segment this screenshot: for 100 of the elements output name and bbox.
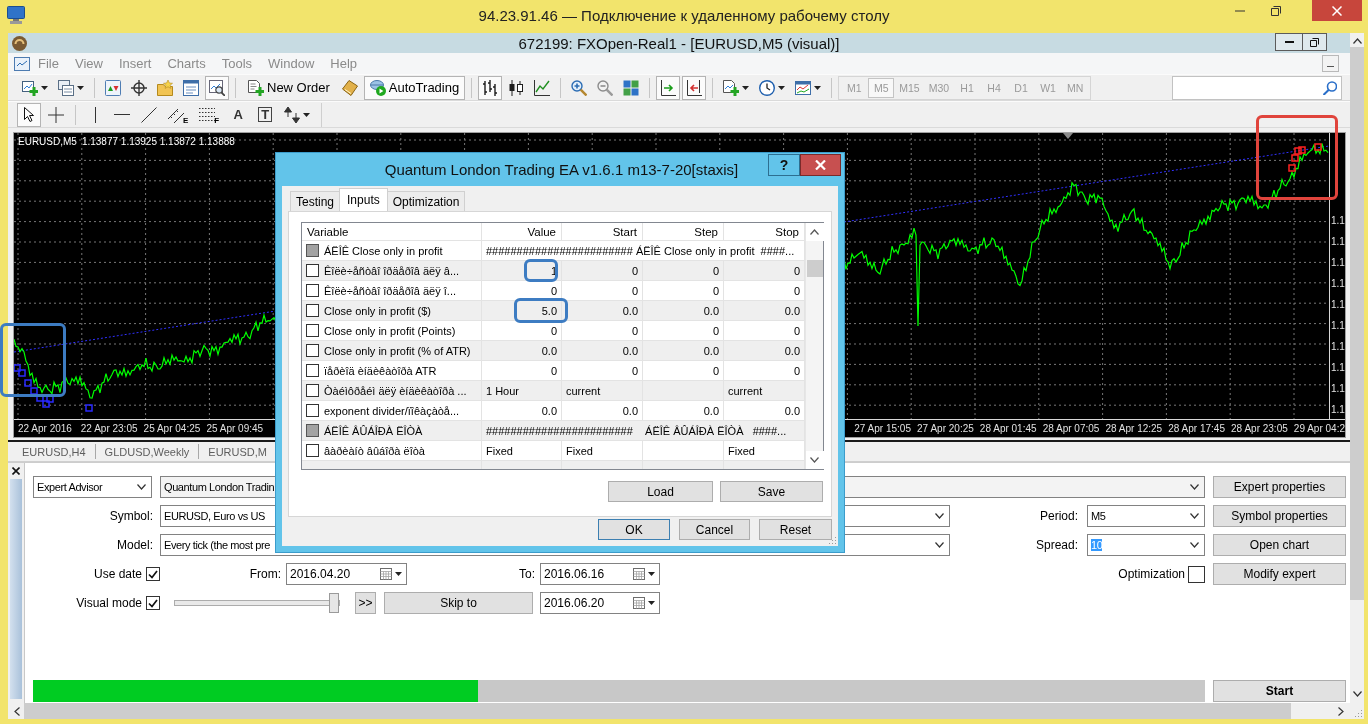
- variable-name: ÁËÎÊ ÂÛÁÎÐÀ ËÎÒÀ: [324, 424, 423, 437]
- table-cell: 0: [482, 321, 562, 341]
- date-field[interactable]: 2016.06.16: [540, 563, 660, 585]
- tab[interactable]: Testing: [290, 191, 341, 211]
- crosshair-icon: [131, 79, 147, 96]
- toolbar-button[interactable]: [656, 75, 681, 100]
- axis-label: 1.1: [1331, 363, 1345, 373]
- toolbar-button[interactable]: T: [253, 102, 278, 127]
- variable-name: Êîëè÷åñòâî îðäåðîâ äëÿ î...: [324, 284, 457, 297]
- app-logo-icon: [12, 35, 27, 51]
- table-cell: 0: [643, 361, 724, 381]
- vertical-scrollbar[interactable]: [1350, 33, 1364, 703]
- close-button[interactable]: [800, 154, 841, 176]
- chevron-down-icon: [1190, 513, 1199, 519]
- reset-button[interactable]: Reset: [759, 519, 832, 540]
- chart-tab[interactable]: EURUSD,H4: [14, 445, 94, 458]
- skip-button[interactable]: >>: [355, 592, 376, 614]
- axis-label: 28 Apr 12:25: [1105, 423, 1163, 434]
- symbol-properties-button[interactable]: Symbol properties: [1213, 505, 1346, 527]
- table-cell: 0: [643, 261, 724, 281]
- date-field[interactable]: 2016.06.20: [540, 592, 660, 614]
- minimize-button[interactable]: [1275, 33, 1303, 51]
- checkbox[interactable]: [306, 384, 319, 397]
- chart-tab[interactable]: EURUSD,M: [200, 445, 267, 458]
- table-cell: 5.0: [482, 301, 562, 321]
- table-cell: 0: [724, 281, 805, 301]
- toolbar-button[interactable]: F: [195, 102, 224, 127]
- price-readout: 1.13877 1.13925 1.13872 1.13888: [81, 136, 235, 147]
- checkbox[interactable]: [146, 596, 160, 610]
- tab[interactable]: Optimization: [386, 191, 466, 211]
- checkbox[interactable]: [306, 304, 319, 317]
- chevron-down-icon: [935, 542, 944, 548]
- axis-label: 28 Apr 17:45: [1168, 423, 1225, 434]
- fibonacci-icon: [199, 106, 216, 123]
- checkbox[interactable]: [306, 444, 319, 457]
- play-badge-icon: [369, 79, 386, 96]
- annotation-frame: [524, 259, 558, 282]
- period-dropdown[interactable]: M5: [1087, 505, 1205, 527]
- toolbar-button[interactable]: [478, 75, 503, 100]
- axis-label: 1.1: [1331, 300, 1345, 310]
- close-icon: [1332, 5, 1342, 16]
- slider-thumb[interactable]: [329, 593, 339, 613]
- toolbar-button[interactable]: [17, 102, 41, 127]
- table-cell: 1 Hour: [482, 381, 562, 401]
- axis-label: 1.1: [1331, 216, 1345, 226]
- toolbar-button[interactable]: [682, 75, 707, 100]
- variable-name: Êîëè÷åñòâî îðäåðîâ äëÿ â...: [324, 264, 460, 277]
- checkbox[interactable]: [306, 264, 319, 277]
- checkbox[interactable]: [306, 284, 319, 297]
- table-cell: 0: [643, 321, 724, 341]
- resize-grip-icon: [829, 537, 837, 545]
- vertical-scrollbar[interactable]: [805, 223, 823, 469]
- save-button[interactable]: Save: [720, 481, 823, 502]
- skip-to-button[interactable]: Skip to: [384, 592, 533, 614]
- field-label: Period:: [1038, 509, 1078, 523]
- checkbox[interactable]: [1188, 565, 1205, 583]
- minimize-button[interactable]: [1322, 55, 1339, 72]
- table-cell: Fixed: [482, 441, 562, 461]
- toolbar-button[interactable]: E: [164, 102, 193, 127]
- table-cell: 0.0: [562, 301, 643, 321]
- date-field[interactable]: 2016.04.20: [286, 563, 407, 585]
- checkbox[interactable]: [306, 404, 319, 417]
- ok-button[interactable]: OK: [598, 519, 670, 540]
- table-cell: 0.0: [562, 401, 643, 421]
- window-title: 672199: FXOpen-Real1 - [EURUSD,M5 (visual)]: [517, 34, 841, 52]
- checkbox[interactable]: [306, 364, 319, 377]
- load-button[interactable]: Load: [608, 481, 713, 502]
- tab[interactable]: Inputs: [339, 188, 388, 211]
- search-field[interactable]: [1172, 75, 1342, 100]
- table-cell: 0.0: [643, 401, 724, 421]
- toolbar-button[interactable]: New Order: [242, 75, 336, 100]
- start-button[interactable]: Start: [1213, 680, 1346, 702]
- variable-name: Close only in profit ($): [324, 304, 431, 317]
- checkbox[interactable]: [306, 244, 319, 257]
- cursor-icon: [24, 107, 34, 122]
- scrollbar-thumb[interactable]: [806, 260, 823, 277]
- checkbox[interactable]: [146, 567, 160, 581]
- help-button[interactable]: ?: [768, 154, 800, 176]
- template-icon: [795, 79, 812, 96]
- field-label: From:: [248, 567, 281, 581]
- toolbar-button[interactable]: A: [226, 102, 251, 127]
- field-label: Optimization: [1117, 567, 1185, 581]
- checkbox[interactable]: [306, 324, 319, 337]
- field-label: Symbol:: [108, 509, 153, 523]
- expert-properties-button[interactable]: Expert properties: [1213, 476, 1346, 498]
- checkbox[interactable]: [306, 344, 319, 357]
- variable-name: Òàéìôðåéì äëÿ èíäèêàòîðà ...: [324, 384, 467, 397]
- chart-tab[interactable]: GLDUSD,Weekly: [96, 445, 198, 458]
- restore-button[interactable]: [1302, 33, 1327, 51]
- expert-type-dropdown[interactable]: Expert Advisor: [33, 476, 152, 498]
- chevron-down-icon: [1190, 484, 1199, 490]
- chevron-down-icon: [810, 457, 819, 463]
- table-cell: ######################## ÁËÎÊ Close only in profit ####...: [482, 241, 805, 261]
- checkbox[interactable]: [306, 424, 319, 437]
- open-chart-button[interactable]: Open chart: [1213, 534, 1346, 556]
- toolbar-button[interactable]: [205, 75, 229, 100]
- cancel-button[interactable]: Cancel: [679, 519, 750, 540]
- modify-expert-button[interactable]: Modify expert: [1213, 563, 1346, 585]
- scrollbar-thumb[interactable]: [1350, 47, 1364, 600]
- toolbar-button[interactable]: AutoTrading: [363, 75, 466, 100]
